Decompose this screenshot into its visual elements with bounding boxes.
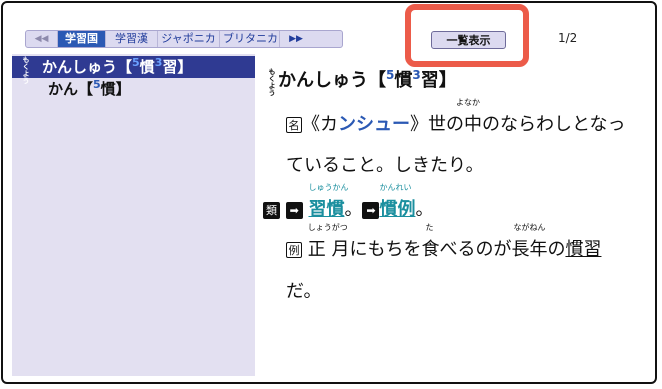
- tab-britannica[interactable]: ブリタニカ: [220, 31, 280, 47]
- grade-label-2: 3: [412, 68, 421, 82]
- example-icon: 例: [286, 242, 302, 258]
- list-view-button[interactable]: 一覧表示: [431, 31, 506, 49]
- grade-label: 5: [93, 78, 101, 91]
- example-text: べるのが: [439, 239, 512, 260]
- result-kanji: 慣: [139, 58, 155, 76]
- example-line-2: だ。: [286, 281, 322, 302]
- synonym-line: 類 ➡ しゅうかん 習慣。 ➡ かんれい 慣例。: [263, 183, 434, 221]
- page-indicator: 1/2: [558, 31, 578, 45]
- synonym-word[interactable]: 慣例: [379, 199, 415, 220]
- ruby-word: ながねん 長年: [511, 223, 548, 261]
- ruby-base: 長年: [511, 239, 548, 260]
- definition-line-2: ていること。しきたり。: [286, 155, 484, 176]
- example-line: 例 しょうがつ正 月にもちをた食べるのが ながねん長年の慣習: [286, 223, 602, 261]
- ruby-text: よ: [456, 98, 464, 107]
- definition-line-1: 名《カンシュー》世の なか中よのならわしとなっ: [286, 98, 626, 136]
- next-dictionary-button[interactable]: ▶▶: [280, 31, 312, 47]
- ruby-text: ながねん: [513, 223, 546, 232]
- headword-text: かんしゅう【: [278, 70, 386, 91]
- result-kanji: 慣】: [100, 80, 131, 98]
- arrow-icon: ➡: [362, 201, 380, 219]
- ruby-base: 正: [307, 239, 326, 260]
- ruby-base: 食: [421, 239, 440, 260]
- synonym-word[interactable]: 習慣: [308, 199, 344, 220]
- example-headword: 慣習: [565, 239, 602, 260]
- synonym-link[interactable]: かんれい 慣例: [379, 183, 415, 221]
- arrow-icon: ➡: [285, 201, 303, 219]
- usage-mark: もくよう: [268, 68, 276, 96]
- result-text: かん【: [48, 80, 94, 98]
- kanji-reading: ンシュー: [338, 114, 410, 135]
- tab-gakushu-kanji[interactable]: 学習漢: [106, 31, 158, 47]
- result-item-kanshuu[interactable]: もくよう かんしゅう【5慣3習】: [12, 56, 255, 84]
- ruby-text: なか: [464, 98, 480, 107]
- example-text: 月にもちを: [325, 239, 422, 260]
- entry-headword: もくよう かんしゅう【5慣3習】: [268, 66, 457, 96]
- results-sidebar: もくよう かんしゅう【5慣3習】 かん【5慣】: [12, 54, 255, 376]
- result-item-kan[interactable]: かん【5慣】: [48, 78, 131, 100]
- separator: 。: [344, 199, 363, 220]
- dictionary-tab-strip: ◀◀ 学習国 学習漢 ジャポニカ ブリタニカ ▶▶: [25, 30, 343, 48]
- result-text: かんしゅう【: [42, 58, 133, 76]
- separator: 。: [415, 199, 434, 220]
- headword-kanji-2: 習】: [420, 70, 457, 91]
- ruby-word: なか中: [464, 98, 482, 136]
- ruby-base: 中: [464, 114, 482, 135]
- synonym-link[interactable]: しゅうかん 習慣: [308, 183, 348, 221]
- example-text: の: [547, 239, 566, 260]
- reading-open: 《カ: [302, 114, 338, 135]
- synonym-icon: 類: [263, 201, 280, 219]
- usage-mark: もくよう: [22, 56, 30, 84]
- noun-icon: 名: [286, 117, 302, 133]
- headword-kanji: 慣: [394, 70, 413, 91]
- tab-gakushu-kokugo[interactable]: 学習国: [58, 31, 106, 47]
- ruby-word: よのならわしとなっ: [456, 98, 626, 136]
- ruby-text: しょうがつ: [307, 223, 348, 232]
- ruby-text: た: [425, 223, 434, 232]
- tab-japonica[interactable]: ジャポニカ: [158, 31, 220, 47]
- ruby-word: しょうがつ正: [307, 223, 348, 261]
- definition-text: 》世の: [410, 114, 464, 135]
- result-kanji-2: 習】: [162, 58, 193, 76]
- grade-label: 5: [132, 56, 140, 69]
- ruby-word: た食: [421, 223, 440, 261]
- ruby-text: しゅうかん: [308, 183, 349, 192]
- prev-dictionary-button[interactable]: ◀◀: [26, 31, 58, 47]
- definition-text: のならわしとなっ: [482, 114, 626, 135]
- ruby-text: かんれい: [379, 183, 412, 192]
